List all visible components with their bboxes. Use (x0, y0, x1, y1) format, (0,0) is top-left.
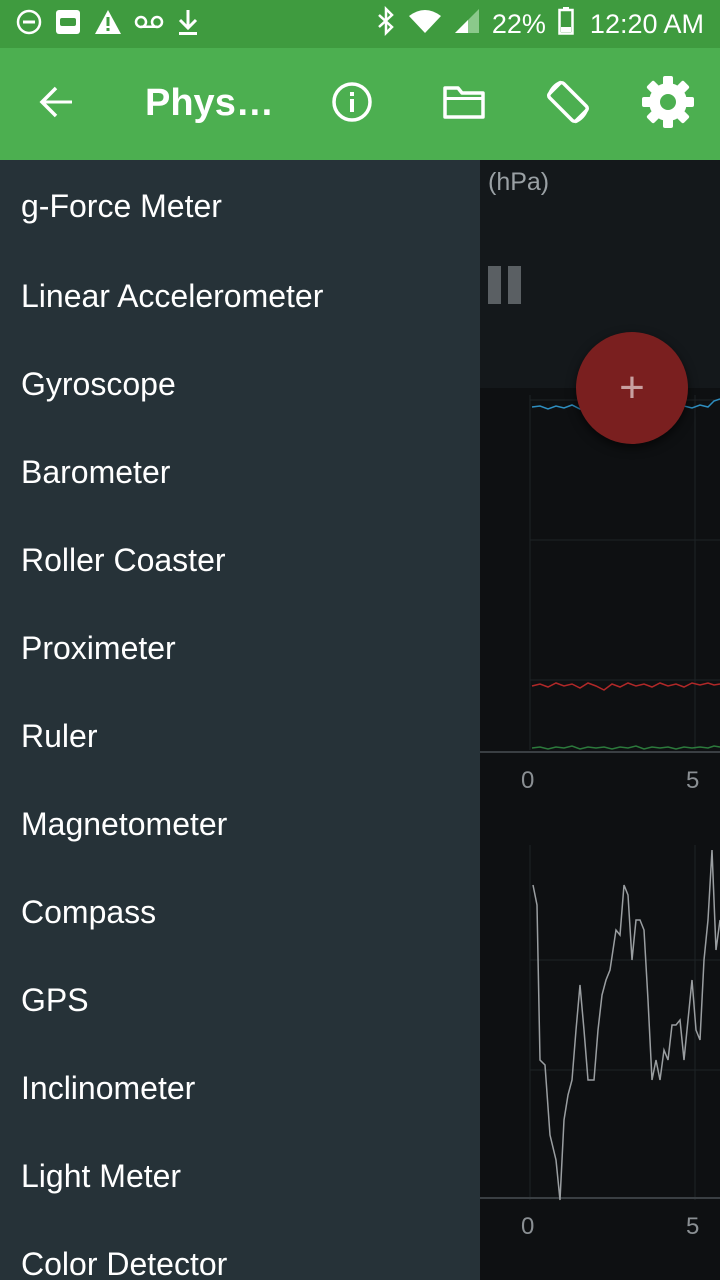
drawer-item-g-force-meter[interactable]: g-Force Meter (0, 160, 480, 252)
open-folder-button[interactable] (432, 72, 496, 136)
rotate-screen-button[interactable] (536, 72, 600, 136)
navigation-drawer: g-Force Meter Linear Accelerometer Gyros… (0, 160, 480, 1280)
drawer-item-barometer[interactable]: Barometer (0, 428, 480, 516)
bluetooth-icon (376, 5, 396, 43)
chart-series-red (531, 682, 720, 691)
chart2-tick-5: 5 (686, 1213, 700, 1240)
info-button[interactable] (320, 72, 384, 136)
app-bar: Physi… (0, 48, 720, 160)
settings-button[interactable] (636, 72, 700, 136)
drawer-item-ruler[interactable]: Ruler (0, 692, 480, 780)
drawer-item-magnetometer[interactable]: Magnetometer (0, 780, 480, 868)
screen-icon (54, 8, 82, 41)
wifi-icon (408, 8, 442, 41)
chart1-tick-0: 0 (521, 767, 535, 794)
chart1-tick-5: 5 (686, 767, 700, 794)
background-screen: (hPa) + 0 5 0 5 (480, 160, 720, 1280)
add-fab-button[interactable]: + (576, 332, 688, 444)
chart-series-green (531, 745, 720, 750)
drawer-item-color-detector[interactable]: Color Detector (0, 1220, 480, 1280)
chart-series-grey (532, 849, 720, 1201)
signal-icon (454, 8, 480, 41)
drawer-item-gps[interactable]: GPS (0, 956, 480, 1044)
battery-percent: 22% (491, 8, 546, 39)
chart-area (480, 395, 720, 1201)
drawer-item-compass[interactable]: Compass (0, 868, 480, 956)
app-title: Physi… (145, 82, 280, 124)
download-icon (176, 8, 200, 41)
drawer-item-proximeter[interactable]: Proximeter (0, 604, 480, 692)
back-button[interactable] (28, 76, 84, 132)
chart2-tick-0: 0 (521, 1213, 535, 1240)
status-bar: 22% 12:20 AM (0, 0, 720, 48)
gear-icon (640, 74, 696, 135)
screen-rotation-icon (543, 77, 593, 132)
drawer-item-inclinometer[interactable]: Inclinometer (0, 1044, 480, 1132)
battery-icon (558, 6, 574, 42)
drawer-item-gyroscope[interactable]: Gyroscope (0, 340, 480, 428)
drawer-item-linear-accelerometer[interactable]: Linear Accelerometer (0, 252, 480, 340)
do-not-disturb-icon (16, 9, 42, 40)
voicemail-icon (134, 13, 164, 36)
drawer-item-light-meter[interactable]: Light Meter (0, 1132, 480, 1220)
clock: 12:20 AM (589, 8, 704, 39)
info-icon (331, 81, 373, 128)
folder-icon (442, 84, 486, 125)
drawer-item-roller-coaster[interactable]: Roller Coaster (0, 516, 480, 604)
warning-icon (94, 9, 122, 40)
back-arrow-icon (38, 84, 74, 125)
